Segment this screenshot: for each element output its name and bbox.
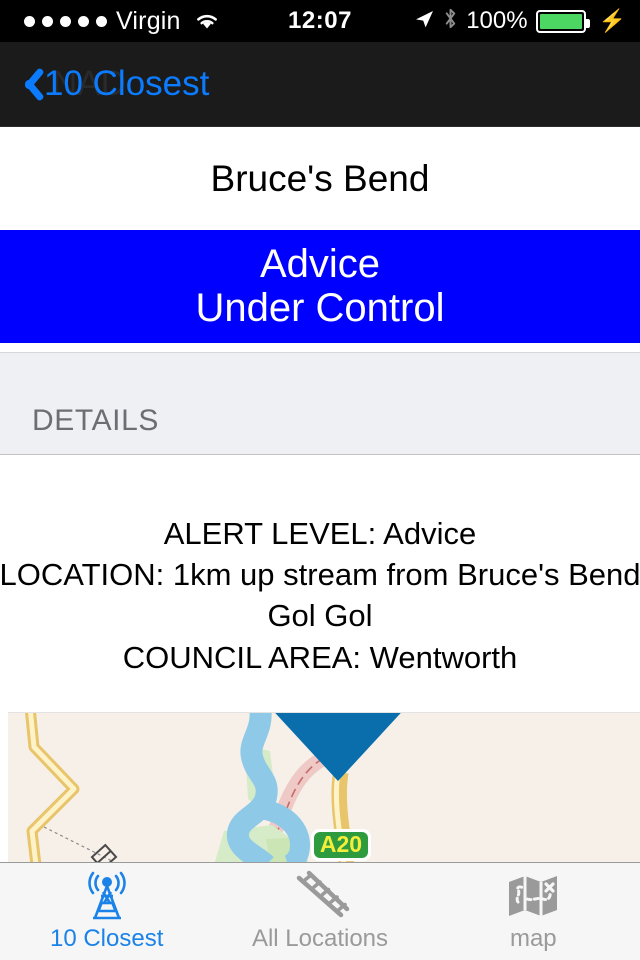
detail-line-locality: Gol Gol [267,598,373,634]
navigation-bar: NAD 10 Closest [0,42,640,127]
map-preview[interactable]: A20 [8,712,640,862]
app-screen: Virgin 12:07 100% ⚡ NAD 10 Closest Bruce… [0,0,640,960]
alert-level-label: Advice [259,242,381,287]
road-shield-label: A20 [320,831,362,857]
battery-percent-label: 100% [466,7,528,34]
map-canvas: A20 [8,713,640,862]
back-button[interactable]: 10 Closest [14,64,209,104]
road-shield-a20: A20 [311,829,371,861]
bluetooth-icon [443,7,458,35]
alert-status-label: Under Control [195,285,445,330]
incident-title-cell: Bruce's Bend [0,127,640,230]
detail-line-location: LOCATION: 1km up stream from Bruce's Ben… [0,557,640,593]
back-button-label: 10 Closest [44,64,210,103]
tab-bar: 10 Closest All Locations map [0,862,640,960]
battery-icon [535,9,590,33]
lightning-bolt-icon: ⚡ [598,8,626,33]
radio-tower-icon [79,870,135,922]
status-bar: Virgin 12:07 100% ⚡ [0,0,640,42]
tab-label-all-locations: All Locations [251,925,389,952]
alert-status-banner: Advice Under Control [0,230,640,343]
location-arrow-icon [413,8,435,35]
tab-map[interactable]: map [427,863,640,960]
folded-map-icon [505,870,561,922]
detail-line-council: COUNCIL AREA: Wentworth [122,639,518,675]
details-header-label: DETAILS [32,404,160,437]
page-title: Bruce's Bend [210,157,430,199]
details-body: ALERT LEVEL: Advice LOCATION: 1km up str… [0,455,640,712]
details-section-header: DETAILS [0,352,640,455]
status-bar-right: 100% ⚡ [413,7,626,35]
tab-all-locations[interactable]: All Locations [213,863,426,960]
tab-10-closest[interactable]: 10 Closest [0,863,213,960]
tab-label-10-closest: 10 Closest [49,925,164,952]
detail-line-alert-level: ALERT LEVEL: Advice [163,516,477,551]
railroad-ladder-icon [290,870,350,922]
chevron-left-icon [14,64,40,104]
tab-label-map: map [509,925,557,952]
